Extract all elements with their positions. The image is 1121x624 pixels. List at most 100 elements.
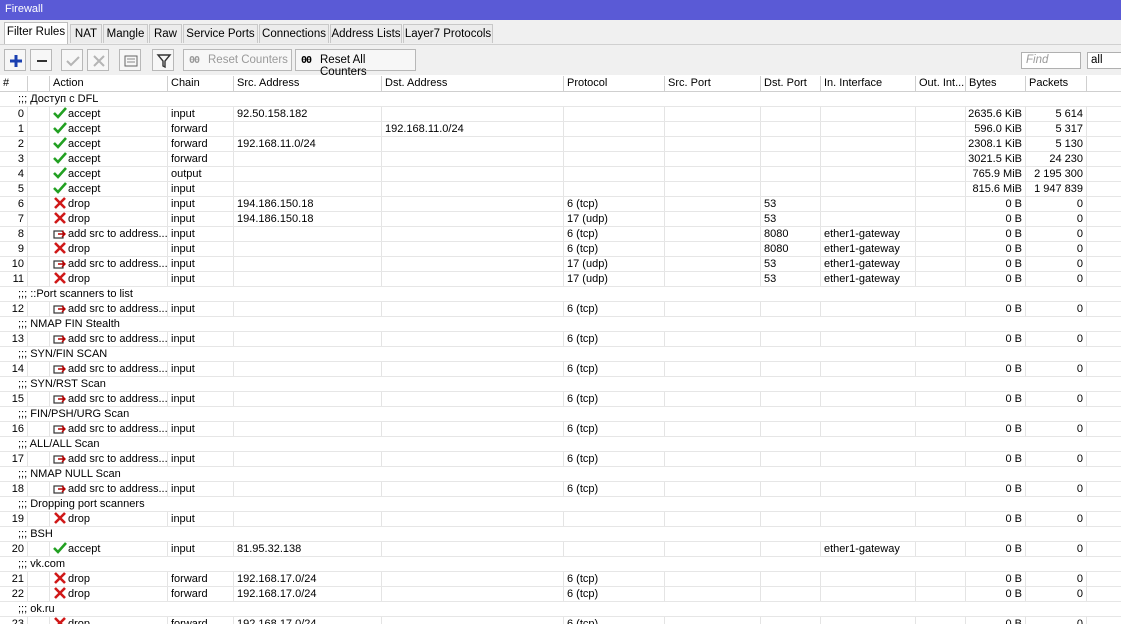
comment-row[interactable]: ;;; SYN/RST Scan	[0, 377, 1121, 392]
table-row[interactable]: 19 drop input 0 B0	[0, 512, 1121, 527]
comment-row[interactable]: ;;; ok.ru	[0, 602, 1121, 617]
tab-nat[interactable]: NAT	[70, 24, 102, 43]
col-number[interactable]: #	[0, 76, 28, 91]
rule-protocol: 17 (udp)	[564, 212, 665, 226]
table-row[interactable]: 21 drop forward 192.168.17.0/24 6 (tcp) 0 B0	[0, 572, 1121, 587]
table-row[interactable]: 11 drop input 17 (udp) 53 ether1-gateway 0 B0	[0, 272, 1121, 287]
minus-icon	[37, 60, 47, 62]
table-row[interactable]: 15 add src to address... input 6 (tcp) 0 B0	[0, 392, 1121, 407]
table-row[interactable]: 16 add src to address... input 6 (tcp) 0 B0	[0, 422, 1121, 437]
table-row[interactable]: 12 add src to address... input 6 (tcp) 0 B0	[0, 302, 1121, 317]
rule-packets: 0	[1026, 257, 1087, 271]
table-row[interactable]: 23 drop forward 192.168.17.0/24 6 (tcp) 0 B0	[0, 617, 1121, 624]
rule-dst-port: 53	[761, 272, 821, 286]
table-row[interactable]: 4 accept output 765.9 MiB 2 195 300	[0, 167, 1121, 182]
table-row[interactable]: 10 add src to address... input 17 (udp) 53 et…	[0, 257, 1121, 272]
rule-comment: ;;; NMAP NULL Scan	[18, 468, 121, 480]
rule-dst-port	[761, 392, 821, 406]
rule-bytes: 0 B	[966, 587, 1026, 601]
tab-address-lists[interactable]: Address Lists	[330, 24, 402, 43]
rule-in-interface	[821, 482, 916, 496]
reset-counters-button[interactable]: 00 Reset Counters	[183, 49, 292, 71]
comment-row[interactable]: ;;; NMAP FIN Stealth	[0, 317, 1121, 332]
add-list-icon	[53, 425, 66, 434]
table-row[interactable]: 17 add src to address... input 6 (tcp) 0 B0	[0, 452, 1121, 467]
filter-select[interactable]: all	[1087, 52, 1121, 69]
reset-all-counters-button[interactable]: 00 Reset All Counters	[295, 49, 416, 78]
find-input[interactable]: Find	[1021, 52, 1081, 69]
comment-row[interactable]: ;;; FIN/PSH/URG Scan	[0, 407, 1121, 422]
rule-chain: input	[168, 197, 234, 211]
comment-row[interactable]: ;;; NMAP NULL Scan	[0, 467, 1121, 482]
rule-src-port	[665, 617, 761, 624]
rule-flags	[28, 452, 50, 466]
table-row[interactable]: 6 drop input 194.186.150.18 6 (tcp) 53 0 B0	[0, 197, 1121, 212]
col-chain[interactable]: Chain	[168, 76, 234, 91]
tab-mangle[interactable]: Mangle	[103, 24, 148, 43]
remove-button[interactable]	[30, 49, 52, 71]
rule-dst-address	[382, 227, 564, 241]
col-src-address[interactable]: Src. Address	[234, 76, 382, 91]
col-bytes[interactable]: Bytes	[966, 76, 1026, 91]
comment-button[interactable]	[119, 49, 141, 71]
rule-src-port	[665, 302, 761, 316]
rule-bytes: 0 B	[966, 482, 1026, 496]
rule-action: add src to address...	[50, 332, 168, 346]
table-row[interactable]: 13 add src to address... input 6 (tcp) 0 B0	[0, 332, 1121, 347]
rule-action: drop	[50, 197, 168, 211]
table-row[interactable]: 18 add src to address... input 6 (tcp) 0 B0	[0, 482, 1121, 497]
rule-number: 9	[0, 242, 28, 256]
rule-number: 19	[0, 512, 28, 526]
col-action[interactable]: Action	[50, 76, 168, 91]
rule-number: 14	[0, 362, 28, 376]
add-button[interactable]	[4, 49, 26, 71]
filter-button[interactable]	[152, 49, 174, 71]
comment-row[interactable]: ;;; Доступ с DFL	[0, 92, 1121, 107]
tab-filter-rules[interactable]: Filter Rules	[4, 22, 68, 44]
table-row[interactable]: 0 accept input 92.50.158.182 2635.6 KiB 5 614	[0, 107, 1121, 122]
rule-src-address: 92.50.158.182	[234, 107, 382, 121]
rule-dst-port: 53	[761, 197, 821, 211]
col-out-interface[interactable]: Out. Int...	[916, 76, 966, 91]
rule-src-address	[234, 482, 382, 496]
table-row[interactable]: 2 accept forward 192.168.11.0/24 2308.1 KiB 5…	[0, 137, 1121, 152]
col-flags[interactable]	[28, 76, 50, 91]
rule-src-port	[665, 152, 761, 166]
rule-flags	[28, 512, 50, 526]
rule-chain: forward	[168, 122, 234, 136]
comment-row[interactable]: ;;; BSH	[0, 527, 1121, 542]
table-row[interactable]: 1 accept forward 192.168.11.0/24 596.0 KiB 5 …	[0, 122, 1121, 137]
table-row[interactable]: 22 drop forward 192.168.17.0/24 6 (tcp) 0 B0	[0, 587, 1121, 602]
rule-out-interface	[916, 167, 966, 181]
rule-flags	[28, 302, 50, 316]
col-protocol[interactable]: Protocol	[564, 76, 665, 91]
rule-dst-address	[382, 137, 564, 151]
rule-dst-address	[382, 212, 564, 226]
disable-button[interactable]	[87, 49, 109, 71]
tab-layer7-protocols[interactable]: Layer7 Protocols	[403, 24, 493, 43]
tab-service-ports[interactable]: Service Ports	[183, 24, 258, 43]
col-src-port[interactable]: Src. Port	[665, 76, 761, 91]
rule-action: add src to address...	[50, 482, 168, 496]
col-in-interface[interactable]: In. Interface	[821, 76, 916, 91]
col-packets[interactable]: Packets	[1026, 76, 1087, 91]
table-row[interactable]: 3 accept forward 3021.5 KiB 24 230	[0, 152, 1121, 167]
table-row[interactable]: 14 add src to address... input 6 (tcp) 0 B0	[0, 362, 1121, 377]
comment-row[interactable]: ;;; Dropping port scanners	[0, 497, 1121, 512]
table-row[interactable]: 9 drop input 6 (tcp) 8080 ether1-gateway 0 B0	[0, 242, 1121, 257]
table-row[interactable]: 8 add src to address... input 6 (tcp) 8080 et…	[0, 227, 1121, 242]
enable-button[interactable]	[61, 49, 83, 71]
table-row[interactable]: 20 accept input 81.95.32.138 ether1-gateway 0…	[0, 542, 1121, 557]
col-dst-port[interactable]: Dst. Port	[761, 76, 821, 91]
tab-connections[interactable]: Connections	[259, 24, 329, 43]
rule-dst-address: 192.168.11.0/24	[382, 122, 564, 136]
comment-row[interactable]: ;;; vk.com	[0, 557, 1121, 572]
tab-raw[interactable]: Raw	[149, 24, 182, 43]
col-dst-address[interactable]: Dst. Address	[382, 76, 564, 91]
comment-row[interactable]: ;;; ALL/ALL Scan	[0, 437, 1121, 452]
table-row[interactable]: 7 drop input 194.186.150.18 17 (udp) 53 0 B0	[0, 212, 1121, 227]
comment-row[interactable]: ;;; ::Port scanners to list	[0, 287, 1121, 302]
rule-out-interface	[916, 587, 966, 601]
table-row[interactable]: 5 accept input 815.6 MiB 1 947 839	[0, 182, 1121, 197]
comment-row[interactable]: ;;; SYN/FIN SCAN	[0, 347, 1121, 362]
